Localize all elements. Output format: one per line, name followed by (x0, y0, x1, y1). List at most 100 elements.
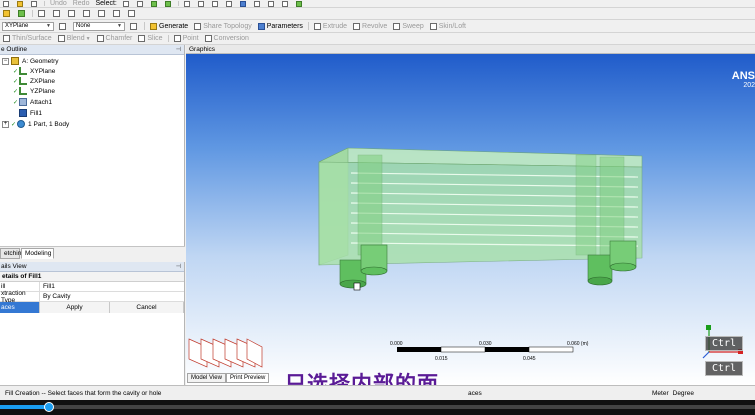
toolbar-features: XYPlane ▼ None ▼ Generate Share Topology P… (0, 20, 755, 33)
revolve-button[interactable]: Revolve (350, 20, 390, 32)
new-icon[interactable] (28, 0, 42, 7)
select-label: Select: (95, 0, 117, 7)
conversion-button[interactable]: Conversion (202, 33, 252, 44)
seek-track[interactable] (0, 402, 755, 412)
tree-item-parts[interactable]: + ✓ 1 Part, 1 Body (2, 119, 69, 129)
select-mode[interactable]: Select: (92, 0, 119, 7)
thin-surface-label: Thin/Surface (12, 35, 52, 42)
generate-label: Generate (159, 22, 189, 30)
previous-view-icon[interactable] (265, 0, 279, 7)
select-face-icon[interactable] (148, 0, 162, 7)
video-seek-bar[interactable] (0, 400, 755, 415)
tab-modeling[interactable]: Modeling (21, 248, 54, 259)
undo-button[interactable]: Undo (47, 0, 70, 7)
pin-icon[interactable]: ⊣ (176, 263, 181, 270)
isometric-view-icon[interactable] (293, 0, 307, 7)
fill-icon (19, 109, 28, 117)
details-value[interactable]: Fill1 (40, 282, 184, 291)
new-sketch-icon[interactable] (56, 20, 71, 32)
tab-sketching[interactable]: etching (0, 248, 25, 259)
parameters-button[interactable]: Parameters (255, 20, 306, 32)
axis-icon[interactable] (50, 8, 65, 19)
graphics-viewport[interactable]: 0.000 0.030 0.060 (m) 0.015 0.045 Graphi… (186, 45, 755, 385)
plane-dropdown-value: XYPlane (5, 23, 29, 29)
sweep-icon (393, 22, 401, 30)
pan-icon[interactable] (195, 0, 209, 7)
blend-button[interactable]: Blend ▼ (55, 33, 94, 44)
scale-label-1: 0.030 (479, 341, 492, 347)
separator (307, 21, 309, 31)
share-topology-button[interactable]: Share Topology (191, 20, 255, 32)
look-at-icon[interactable] (35, 8, 50, 19)
blend-icon (57, 35, 65, 42)
show-edge-icon[interactable] (95, 8, 110, 19)
tree-item-xyplane[interactable]: ✓ XYPlane (13, 66, 55, 76)
details-row-extraction-type[interactable]: xtraction Type By Cavity (0, 290, 184, 304)
redo-button[interactable]: Redo (70, 0, 93, 7)
zoom-box-icon[interactable] (223, 0, 237, 7)
zoom-fit-icon[interactable] (237, 0, 251, 7)
look-at-sketch-icon[interactable] (127, 20, 142, 32)
separator (144, 21, 145, 31)
sweep-button[interactable]: Sweep (390, 20, 426, 32)
chamfer-button[interactable]: Chamfer (94, 33, 136, 44)
tab-print-preview[interactable]: Print Preview (226, 373, 270, 383)
color-icon[interactable] (15, 8, 30, 19)
graphics-title: Graphics (189, 45, 216, 53)
select-point-icon[interactable] (120, 0, 134, 7)
select-body-icon[interactable] (162, 0, 176, 7)
wireframe-icon[interactable] (110, 8, 125, 19)
check-icon: ✓ (13, 68, 19, 75)
show-vertex-icon[interactable] (80, 8, 95, 19)
extrude-button[interactable]: Extrude (311, 20, 350, 32)
flag-icon[interactable] (125, 8, 140, 19)
tree-item-zxplane[interactable]: ✓ ZXPlane (13, 76, 55, 86)
rotate-icon[interactable] (181, 0, 195, 7)
faces-selection-field[interactable]: aces (0, 302, 40, 313)
normal-to-icon[interactable] (65, 8, 80, 19)
pin-icon[interactable]: ⊣ (176, 46, 181, 53)
save-icon[interactable] (0, 0, 14, 7)
tree-item-geometry[interactable]: − A: Geometry (2, 56, 58, 66)
toolbar-operations: Thin/Surface Blend ▼ Chamfer Slice Point … (0, 33, 755, 45)
open-icon[interactable] (14, 0, 28, 7)
slice-button[interactable]: Slice (135, 33, 165, 44)
seek-handle[interactable] (44, 402, 55, 412)
tree-item-label: XYPlane (30, 67, 56, 75)
zoom-icon[interactable] (209, 0, 223, 7)
lightning-icon (150, 22, 157, 30)
collapse-icon[interactable]: − (2, 57, 9, 65)
skin-loft-button[interactable]: Skin/Loft (427, 20, 469, 32)
angle-unit[interactable]: Degree (673, 390, 694, 397)
tab-model-view[interactable]: Model View (187, 373, 226, 383)
magnifier-icon[interactable] (251, 0, 265, 7)
expand-icon[interactable]: + (2, 120, 9, 128)
tree-item-yzplane[interactable]: ✓ YZPlane (13, 86, 55, 96)
plane-dropdown[interactable]: XYPlane ▼ (2, 21, 54, 31)
cancel-button[interactable]: Cancel (110, 302, 184, 313)
tree-item-fill1[interactable]: ✓ Fill1 (13, 108, 42, 118)
thin-surface-button[interactable]: Thin/Surface (0, 33, 55, 44)
new-plane-icon[interactable] (0, 8, 15, 19)
length-unit[interactable]: Meter (652, 390, 669, 397)
next-view-icon[interactable] (279, 0, 293, 7)
point-button[interactable]: Point (171, 33, 202, 44)
separator (32, 9, 33, 18)
details-value[interactable]: By Cavity (40, 292, 184, 301)
conversion-icon (204, 35, 212, 42)
select-edge-icon[interactable] (134, 0, 148, 7)
tree-outline-title: e Outline (1, 46, 28, 53)
skin-loft-icon (429, 22, 437, 30)
tree-outline-header: e Outline ⊣ (0, 45, 184, 55)
status-bar: Fill Creation -- Select faces that form … (0, 385, 755, 400)
apply-button[interactable]: Apply (40, 302, 110, 313)
model-canvas[interactable]: 0.000 0.030 0.060 (m) 0.015 0.045 (186, 45, 755, 385)
print-preview-thumbnails (188, 338, 263, 368)
sketch-dropdown-value: None (76, 23, 91, 29)
tree-item-attach1[interactable]: ✓ Attach1 (13, 97, 52, 107)
attach-icon (19, 98, 28, 106)
thin-surface-icon (3, 35, 10, 42)
check-icon: ✓ (13, 99, 19, 106)
generate-button[interactable]: Generate (147, 20, 191, 32)
sketch-dropdown[interactable]: None ▼ (73, 21, 125, 31)
